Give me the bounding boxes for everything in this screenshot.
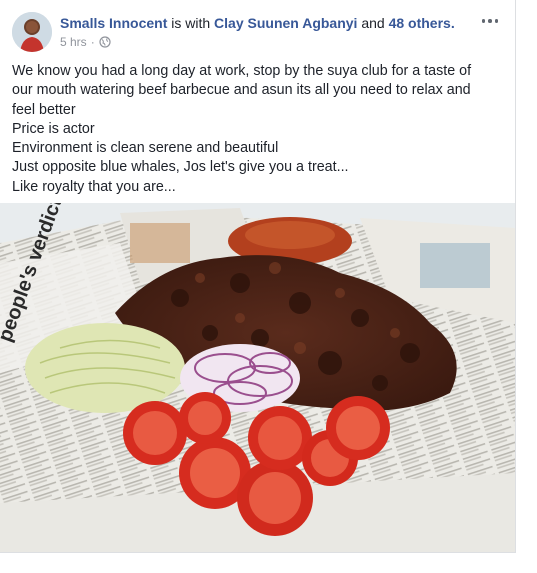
post-card: Smalls Innocent is with Clay Suunen Agba…	[0, 0, 516, 553]
post-body-line: our mouth watering beef barbecue and asu…	[12, 82, 471, 99]
meta-separator: ·	[90, 35, 95, 49]
and-text: and	[361, 15, 385, 31]
author-avatar[interactable]	[12, 12, 52, 52]
globe-icon[interactable]	[99, 36, 111, 48]
post-subline: 5 hrs ·	[60, 35, 463, 49]
post-body-line: feel better	[12, 101, 76, 118]
post-photo[interactable]: people's verdict	[0, 203, 515, 552]
post-body-line: Just opposite blue whales, Jos let's giv…	[12, 159, 349, 176]
post-body-line: Environment is clean serene and beautifu…	[12, 140, 279, 157]
more-options-icon[interactable]	[477, 12, 503, 30]
post-body: We know you had a long day at work, stop…	[12, 62, 502, 197]
with-text: is with	[171, 15, 211, 31]
post-meta: Smalls Innocent is with Clay Suunen Agba…	[60, 14, 463, 49]
post-body-line: Price is actor	[12, 120, 95, 137]
tagged-others-link[interactable]: 48 others.	[389, 15, 455, 31]
post-attribution: Smalls Innocent is with Clay Suunen Agba…	[60, 14, 463, 32]
tagged-person-link[interactable]: Clay Suunen Agbanyi	[214, 15, 357, 31]
post-body-line: Like royalty that you are...	[12, 178, 176, 195]
post-header: Smalls Innocent is with Clay Suunen Agba…	[12, 12, 503, 54]
post-timestamp[interactable]: 5 hrs	[60, 35, 87, 49]
post-body-line: We know you had a long day at work, stop…	[12, 63, 472, 79]
suya-plate-image: people's verdict	[0, 203, 515, 552]
author-name-link[interactable]: Smalls Innocent	[60, 15, 167, 31]
